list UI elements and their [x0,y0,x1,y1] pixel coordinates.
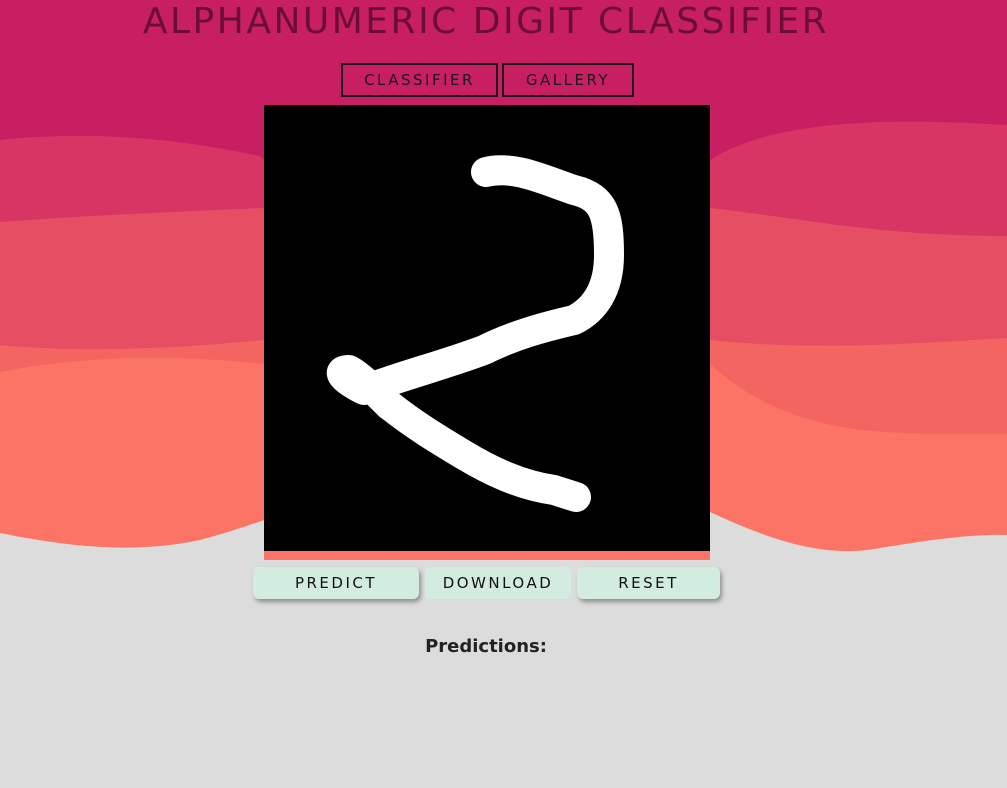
download-button[interactable]: DOWNLOAD [425,567,571,599]
nav-gallery-button[interactable]: GALLERY [502,63,634,97]
nav-classifier-button[interactable]: CLASSIFIER [341,63,498,97]
reset-button[interactable]: RESET [577,567,720,599]
predictions-label: Predictions: [425,636,547,657]
page-title: ALPHANUMERIC DIGIT CLASSIFIER [142,1,830,42]
drawing-canvas-surface[interactable] [264,105,710,551]
top-nav: CLASSIFIER GALLERY [341,63,634,97]
predict-button[interactable]: PREDICT [253,567,419,599]
action-bar: PREDICT DOWNLOAD RESET [253,567,720,599]
app-page: ALPHANUMERIC DIGIT CLASSIFIER CLASSIFIER… [0,0,1007,788]
drawing-canvas[interactable] [264,105,710,551]
